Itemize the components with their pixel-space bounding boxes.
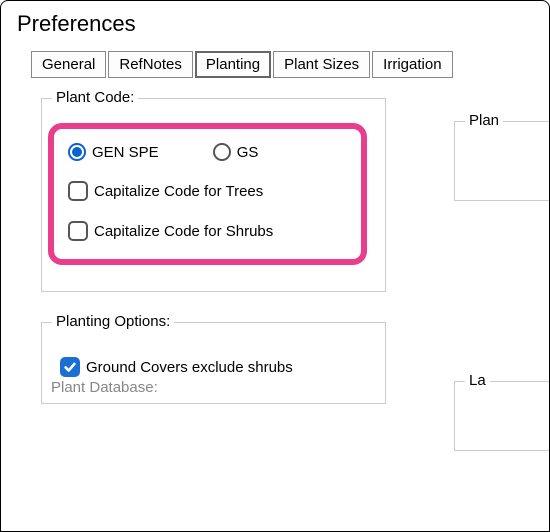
checkbox-gc-exclude-shrubs[interactable]: Ground Covers exclude shrubs: [60, 357, 367, 377]
tab-irrigation[interactable]: Irrigation: [372, 51, 452, 78]
side-group-la-label: La: [465, 372, 490, 389]
preferences-window: Preferences General RefNotes Planting Pl…: [0, 0, 550, 532]
tab-refnotes[interactable]: RefNotes: [108, 51, 193, 78]
plant-database-legend: Plant Database:: [41, 379, 158, 396]
window-title: Preferences: [1, 1, 549, 51]
checkbox-cap-trees[interactable]: Capitalize Code for Trees: [68, 181, 263, 201]
checkbox-indicator-icon: [60, 357, 80, 377]
highlight-annotation: GEN SPE GS Capitalize Code for Trees: [48, 123, 367, 265]
side-panels-cutoff: Plan La: [454, 121, 549, 451]
gc-exclude-shrubs-label: Ground Covers exclude shrubs: [86, 359, 293, 376]
cap-shrubs-label: Capitalize Code for Shrubs: [94, 223, 273, 240]
checkbox-cap-shrubs[interactable]: Capitalize Code for Shrubs: [68, 221, 273, 241]
checkbox-indicator-icon: [68, 181, 88, 201]
checkbox-indicator-icon: [68, 221, 88, 241]
tab-strip: General RefNotes Planting Plant Sizes Ir…: [1, 51, 549, 78]
side-group-la: La: [454, 381, 549, 451]
tab-planting[interactable]: Planting: [195, 51, 271, 78]
tab-plant-sizes[interactable]: Plant Sizes: [273, 51, 370, 78]
plant-code-legend: Plant Code:: [52, 89, 138, 106]
radio-indicator-icon: [68, 143, 86, 161]
radio-gen-spe[interactable]: GEN SPE: [68, 143, 159, 161]
tab-general[interactable]: General: [31, 51, 106, 78]
radio-gs-label: GS: [237, 144, 259, 161]
radio-indicator-icon: [213, 143, 231, 161]
planting-options-legend: Planting Options:: [52, 313, 174, 330]
cap-trees-label: Capitalize Code for Trees: [94, 183, 263, 200]
plant-code-group: Plant Code: GEN SPE GS Capitalize: [41, 98, 386, 292]
radio-gs[interactable]: GS: [213, 143, 259, 161]
radio-gen-spe-label: GEN SPE: [92, 144, 159, 161]
side-group-plan: Plan: [454, 121, 549, 201]
side-group-plan-label: Plan: [465, 112, 503, 129]
